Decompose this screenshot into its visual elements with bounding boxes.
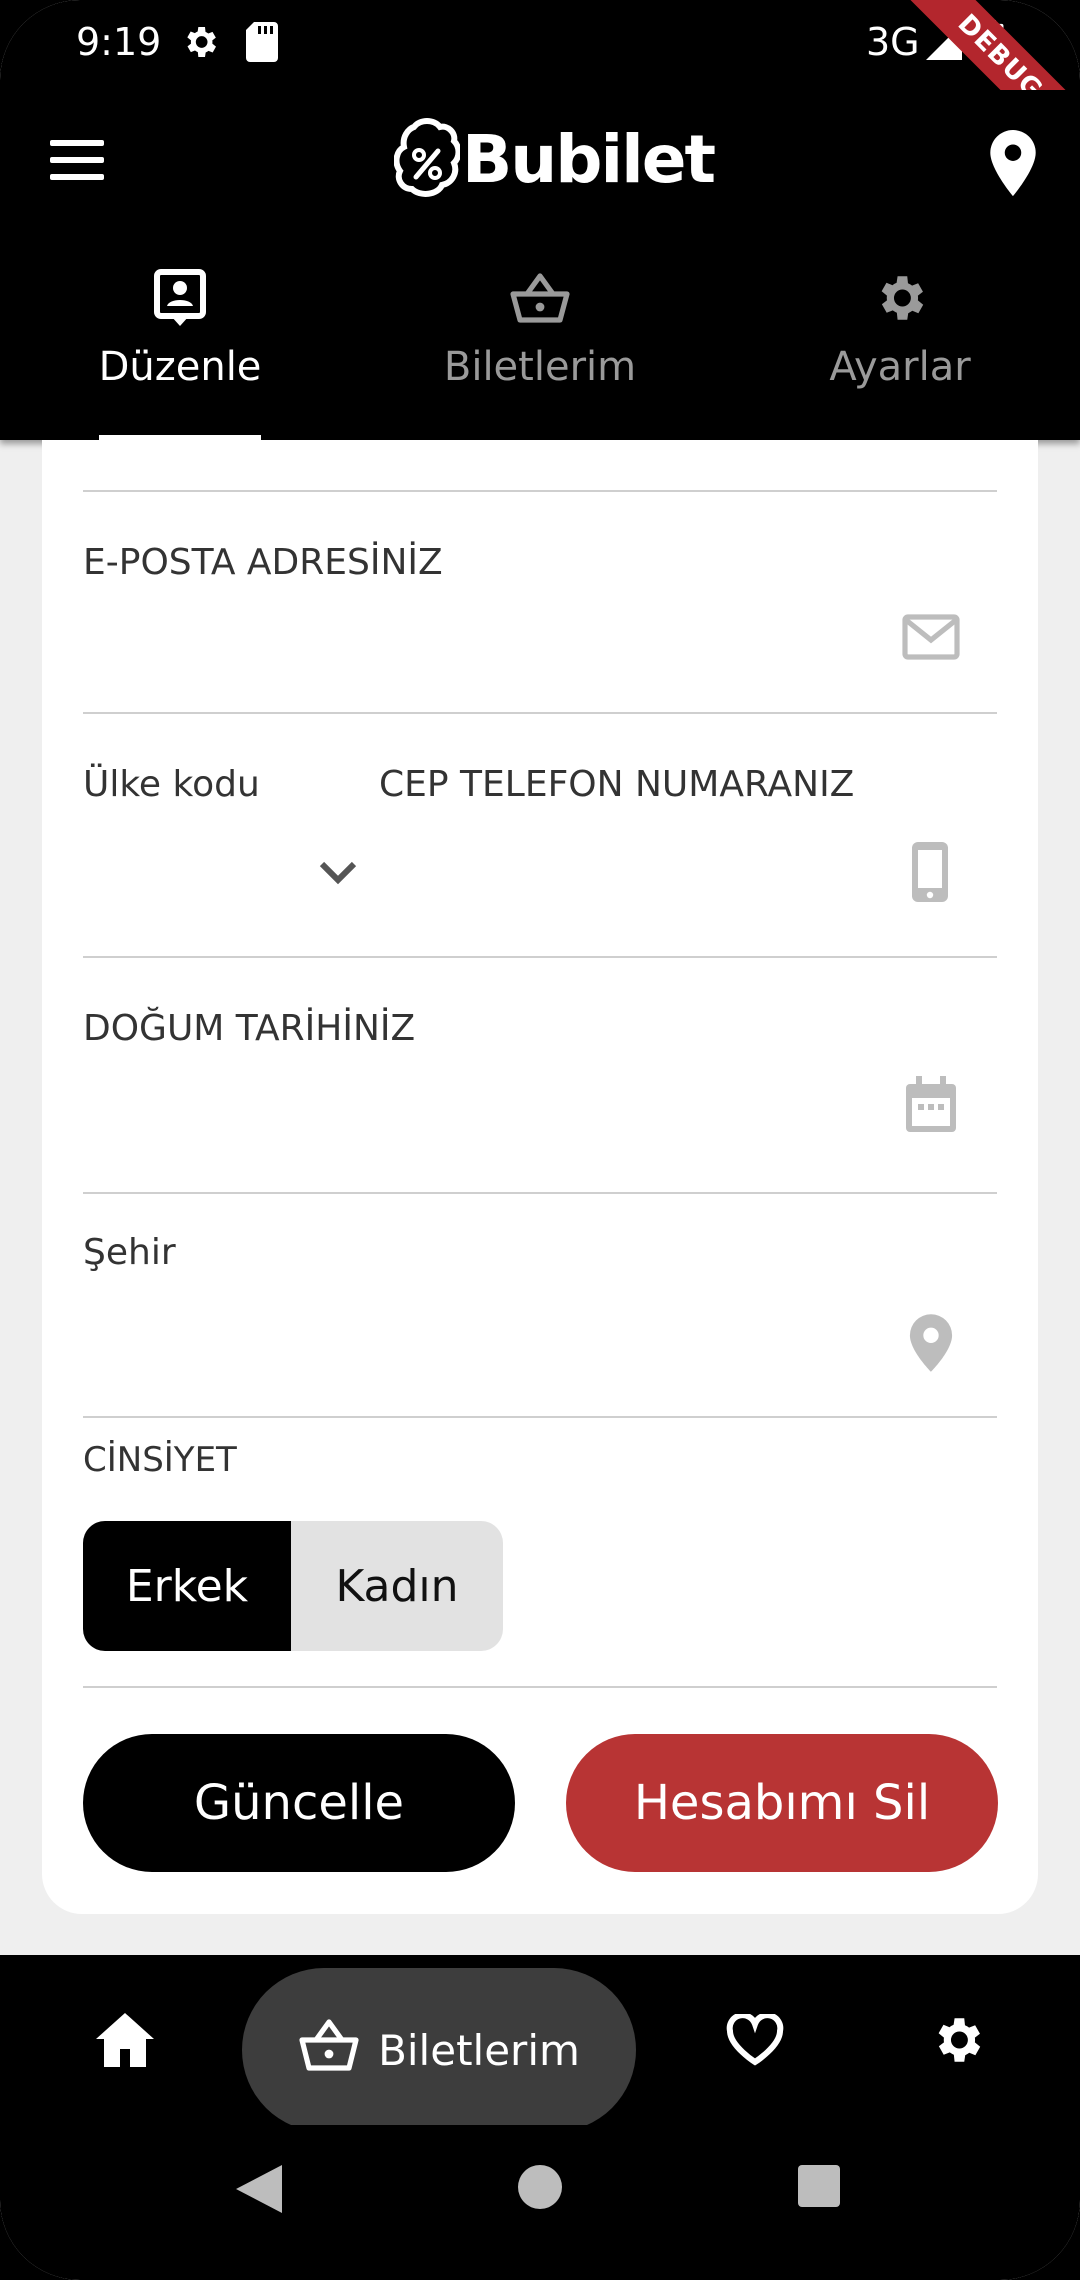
back-icon[interactable] xyxy=(236,2165,282,2217)
tab-biletlerim[interactable]: Biletlerim xyxy=(360,250,720,440)
recents-icon[interactable] xyxy=(798,2165,840,2211)
heart-icon[interactable] xyxy=(710,1955,800,2125)
nav-biletlerim[interactable]: Biletlerim xyxy=(242,1968,636,2132)
birth-date-label: DOĞUM TARİHİNİZ xyxy=(83,1008,416,1049)
divider xyxy=(83,1416,997,1418)
location-pin-icon[interactable] xyxy=(988,130,1038,200)
logo-mark-icon xyxy=(394,118,460,197)
email-field[interactable] xyxy=(83,590,997,670)
chevron-down-icon[interactable] xyxy=(318,860,358,890)
gender-label: CİNSİYET xyxy=(83,1440,237,1480)
status-bar: 9:19 3G DEBUG xyxy=(0,0,1080,173)
mail-icon xyxy=(902,614,960,664)
tab-label: Düzenle xyxy=(98,344,262,390)
location-icon xyxy=(908,1314,954,1376)
nav-pill-label: Biletlerim xyxy=(378,2025,580,2075)
tab-label: Ayarlar xyxy=(829,344,971,390)
system-nav-bar xyxy=(0,2125,1080,2280)
city-field[interactable] xyxy=(83,1280,997,1370)
tab-ayarlar[interactable]: Ayarlar xyxy=(720,250,1080,440)
basket-icon xyxy=(509,266,571,330)
email-label: E-POSTA ADRESİNİZ xyxy=(83,542,443,583)
phone-icon xyxy=(910,840,950,908)
divider xyxy=(83,1192,997,1194)
app-logo: Bubilet xyxy=(394,114,716,204)
tab-duzenle[interactable]: Düzenle xyxy=(0,250,360,440)
divider xyxy=(83,712,997,714)
birth-date-field[interactable] xyxy=(83,1054,997,1144)
gear-icon[interactable] xyxy=(912,1955,1002,2125)
gender-option-kadin[interactable]: Kadın xyxy=(291,1521,503,1651)
gender-toggle: Erkek Kadın xyxy=(83,1521,503,1651)
phone-field[interactable] xyxy=(379,810,997,900)
screen: 9:19 3G DEBUG Bubilet Düzenle Biletlerim… xyxy=(0,0,1080,2280)
profile-form-card: E-POSTA ADRESİNİZ Ülke kodu CEP TELEFON … xyxy=(42,440,1038,1914)
gender-option-erkek[interactable]: Erkek xyxy=(83,1521,291,1651)
menu-icon[interactable] xyxy=(50,140,104,180)
bottom-nav: Biletlerim xyxy=(0,1955,1080,2132)
status-time: 9:19 xyxy=(76,20,162,64)
city-label: Şehir xyxy=(83,1232,176,1273)
divider xyxy=(83,1686,997,1688)
divider xyxy=(83,956,997,958)
phone-label: CEP TELEFON NUMARANIZ xyxy=(379,764,855,805)
logo-text: Bubilet xyxy=(462,120,716,198)
divider xyxy=(83,490,997,492)
basket-icon xyxy=(298,2018,360,2082)
tab-label: Biletlerim xyxy=(443,344,637,390)
home-icon[interactable] xyxy=(80,1955,170,2125)
network-type: 3G xyxy=(866,20,920,64)
settings-icon xyxy=(180,22,220,66)
profile-tabs: Düzenle Biletlerim Ayarlar xyxy=(0,250,1080,440)
sd-card-icon xyxy=(246,22,278,66)
gear-icon xyxy=(871,266,929,330)
profile-edit-icon xyxy=(153,266,207,330)
delete-account-button[interactable]: Hesabımı Sil xyxy=(566,1734,998,1872)
app-bar: Bubilet xyxy=(0,90,1080,250)
calendar-icon xyxy=(904,1076,958,1138)
country-code-label: Ülke kodu xyxy=(83,764,260,805)
update-button[interactable]: Güncelle xyxy=(83,1734,515,1872)
home-circle-icon[interactable] xyxy=(518,2165,562,2213)
